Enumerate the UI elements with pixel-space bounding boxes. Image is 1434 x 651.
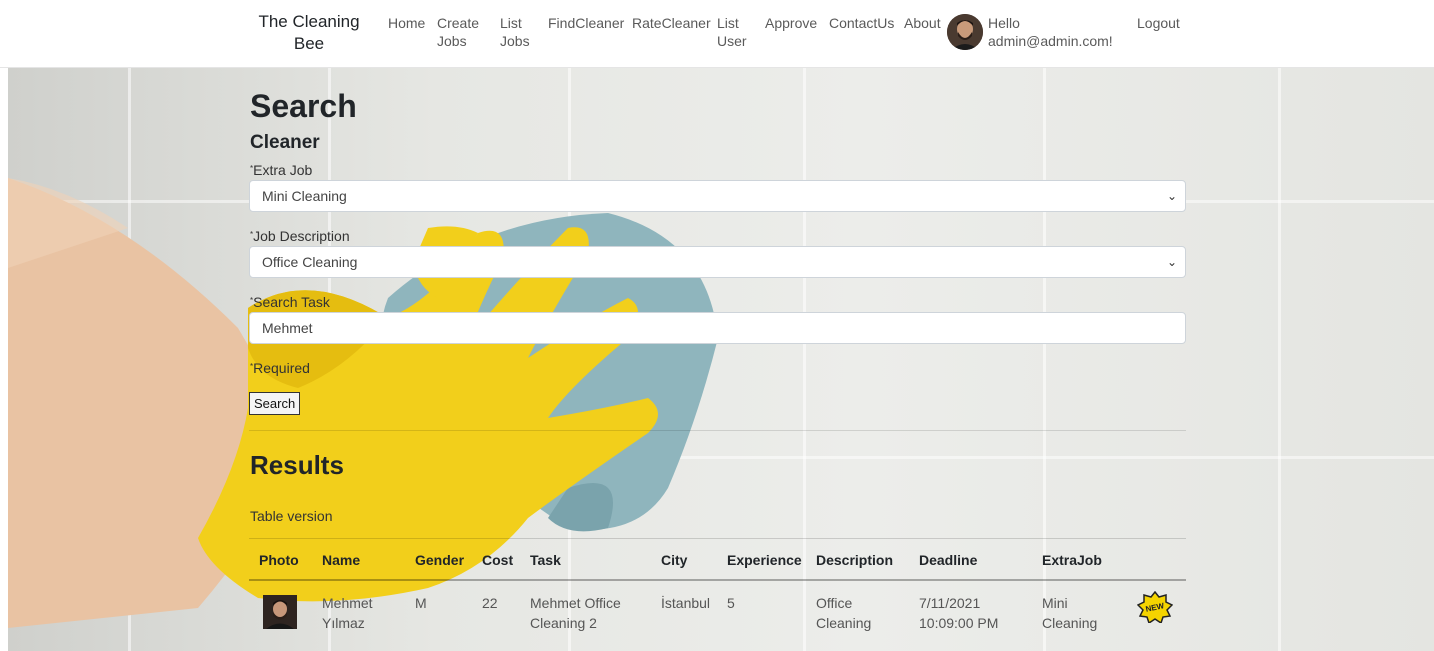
- table-caption: Table version: [250, 508, 333, 524]
- search-task-input[interactable]: Mehmet: [249, 312, 1186, 344]
- cell-extrajob: Mini Cleaning: [1042, 595, 1098, 631]
- user-avatar: [947, 14, 983, 50]
- job-description-value: Office Cleaning: [262, 254, 358, 270]
- background-image: [8, 68, 1434, 651]
- chevron-down-icon: ⌄: [1166, 255, 1177, 269]
- results-title: Results: [250, 450, 344, 480]
- page-subtitle: Cleaner: [250, 132, 320, 153]
- nav-about[interactable]: About: [904, 14, 941, 32]
- job-description-select[interactable]: Office Cleaning ⌄: [249, 246, 1186, 278]
- col-header-gender: Gender: [415, 552, 465, 568]
- cell-task: Mehmet Office Cleaning 2: [530, 595, 621, 631]
- required-note: *Required: [250, 360, 310, 376]
- job-description-label: *Job Description: [250, 228, 350, 244]
- cell-city: İstanbul: [661, 595, 711, 611]
- cell-deadline: 7/11/2021 10:09:00 PM: [919, 595, 999, 631]
- col-header-experience: Experience: [727, 552, 802, 568]
- nav-contact-us[interactable]: ContactUs: [829, 14, 894, 32]
- logout-link[interactable]: Logout: [1137, 14, 1180, 32]
- cell-description: Office Cleaning: [816, 595, 872, 631]
- table-header-border: [249, 579, 1186, 581]
- nav-create-jobs[interactable]: Create Jobs: [437, 14, 482, 50]
- new-badge-icon: NEW: [1137, 591, 1173, 623]
- search-task-label: *Search Task: [250, 294, 330, 310]
- col-header-cost: Cost: [482, 552, 514, 568]
- nav-rate-cleaner[interactable]: RateCleaner: [632, 14, 711, 32]
- chevron-down-icon: ⌄: [1166, 189, 1177, 203]
- avatar-image: [947, 14, 983, 50]
- section-divider: [249, 430, 1186, 431]
- col-header-photo: Photo: [259, 552, 299, 568]
- cell-experience: 5: [727, 595, 735, 611]
- search-button[interactable]: Search: [249, 392, 301, 415]
- extra-job-label: *Extra Job: [250, 162, 313, 178]
- col-header-name: Name: [322, 552, 361, 568]
- col-header-deadline: Deadline: [919, 552, 978, 568]
- cell-name: Mehmet Yılmaz: [322, 595, 373, 631]
- col-header-city: City: [661, 552, 688, 568]
- col-header-description: Description: [816, 552, 894, 568]
- col-header-extrajob: ExtraJob: [1042, 552, 1102, 568]
- cleaner-photo-image: [263, 595, 297, 629]
- table-top-border: [249, 538, 1186, 539]
- nav-list-user[interactable]: List User: [717, 14, 747, 50]
- cleaner-photo: [263, 595, 297, 629]
- cleaning-glove-illustration: [8, 178, 718, 628]
- nav-approve[interactable]: Approve: [765, 14, 817, 32]
- search-task-value: Mehmet: [262, 320, 313, 336]
- user-greeting: Hello admin@admin.com!: [988, 15, 1113, 49]
- extra-job-select[interactable]: Mini Cleaning ⌄: [249, 180, 1186, 212]
- top-navbar: The Cleaning Bee Home Create Jobs List J…: [0, 0, 1434, 68]
- cell-cost: 22: [482, 595, 498, 611]
- page-title: Search: [250, 88, 357, 124]
- brand-logo-text[interactable]: The Cleaning Bee: [250, 11, 368, 55]
- cell-gender: M: [415, 595, 427, 611]
- extra-job-value: Mini Cleaning: [262, 188, 347, 204]
- nav-find-cleaner[interactable]: FindCleaner: [548, 14, 624, 32]
- col-header-task: Task: [530, 552, 561, 568]
- nav-list-jobs[interactable]: List Jobs: [500, 14, 530, 50]
- nav-home[interactable]: Home: [388, 14, 425, 32]
